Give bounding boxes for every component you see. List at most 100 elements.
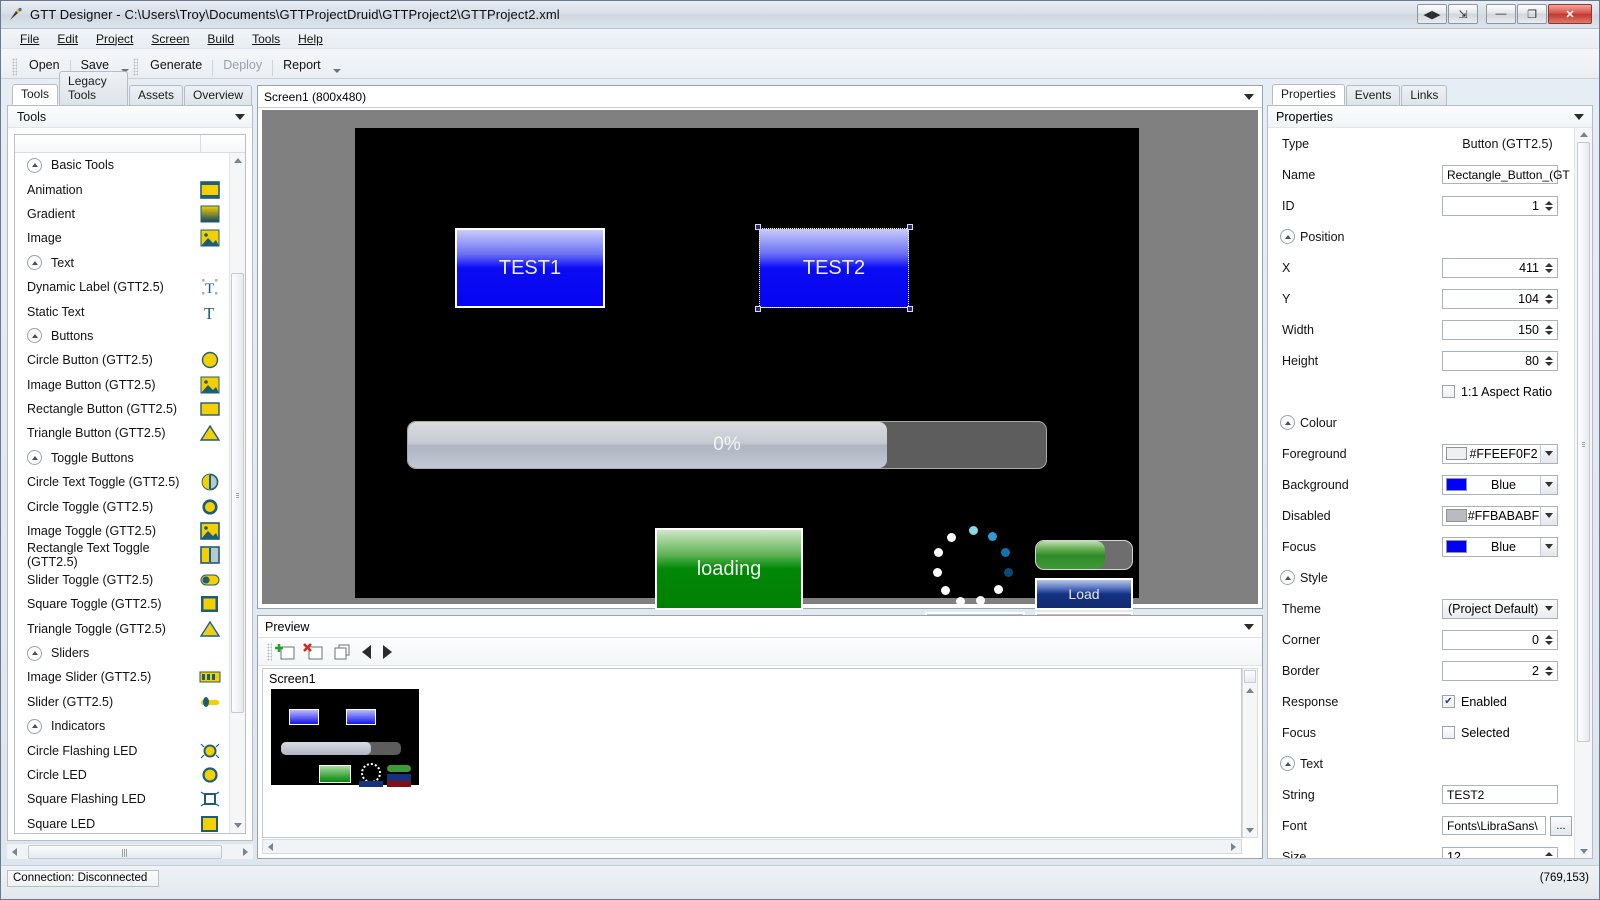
menu-screen[interactable]: Screen <box>142 30 198 48</box>
property-checkbox-response[interactable]: Enabled <box>1442 695 1507 709</box>
tool-item[interactable]: Triangle Button (GTT2.5) <box>15 421 229 445</box>
preview-thumbnail[interactable] <box>271 689 419 787</box>
scroll-left-icon[interactable] <box>7 844 22 859</box>
tool-item[interactable]: Circle Text Toggle (GTT2.5) <box>15 470 229 494</box>
spinner-arrows[interactable] <box>1543 352 1557 370</box>
property-select-theme[interactable]: (Project Default) <box>1442 598 1558 619</box>
tool-item[interactable]: Image Button (GTT2.5) <box>15 373 229 397</box>
combo-arrow-icon[interactable] <box>1540 475 1557 494</box>
checkbox-icon[interactable] <box>1442 726 1455 739</box>
preview-scroll-right-icon[interactable] <box>1226 839 1241 854</box>
preview-vertical-scrollbar[interactable] <box>1242 668 1258 838</box>
checkbox-icon[interactable] <box>1442 385 1455 398</box>
collapse-icon[interactable] <box>1280 415 1295 430</box>
combo-arrow-icon[interactable] <box>1540 506 1557 525</box>
collapse-icon[interactable] <box>1280 756 1295 771</box>
scroll-down-icon[interactable] <box>230 818 245 833</box>
toolbar-overflow2-icon[interactable] <box>331 52 342 76</box>
report-button[interactable]: Report <box>274 54 330 76</box>
property-colour-focus[interactable]: Blue <box>1442 536 1558 557</box>
spinner-arrows[interactable] <box>1543 662 1557 680</box>
property-spinner-x[interactable]: 411 <box>1442 257 1558 278</box>
copy-screen-icon[interactable] <box>331 641 355 663</box>
collapse-icon[interactable] <box>27 645 42 661</box>
collapse-icon[interactable] <box>27 157 42 173</box>
tools-vertical-scrollbar[interactable] <box>229 153 245 833</box>
design-screen[interactable]: TEST1 TEST2 0% loading Load <box>355 128 1139 644</box>
collapse-icon[interactable] <box>1280 229 1295 244</box>
preview-scroll-left-icon[interactable] <box>263 839 278 854</box>
properties-chevron-down-icon[interactable] <box>1574 113 1584 120</box>
menu-file[interactable]: File <box>11 30 48 48</box>
generate-button[interactable]: Generate <box>141 54 211 76</box>
collapse-icon[interactable] <box>27 450 42 466</box>
tool-item[interactable]: Animation <box>15 177 229 201</box>
spinner-arrows[interactable] <box>1543 259 1557 277</box>
tools-horizontal-scrollbar[interactable] <box>7 843 253 859</box>
preview-chevron-down-icon[interactable] <box>1244 623 1254 630</box>
canvas-progress-bar[interactable]: 0% <box>407 421 1047 469</box>
minimize-button[interactable]: — <box>1486 4 1516 24</box>
add-screen-icon[interactable] <box>275 641 299 663</box>
properties-rows[interactable]: Type Button (GTT2.5) Name Rectangle_Button_… <box>1268 128 1574 858</box>
tool-item[interactable]: Rectangle Text Toggle (GTT2.5) <box>15 541 229 569</box>
tools-group-basic-tools[interactable]: Basic Tools <box>15 153 229 177</box>
tab-overview[interactable]: Overview <box>183 85 252 105</box>
tool-item[interactable]: Dynamic Label (GTT2.5) T <box>15 275 229 299</box>
handle-ne[interactable] <box>907 224 913 230</box>
scroll-right-icon[interactable] <box>238 844 253 859</box>
spinner-arrows[interactable] <box>1543 848 1557 858</box>
tool-item[interactable]: Static Text T <box>15 299 229 323</box>
handle-nw[interactable] <box>755 224 761 230</box>
combo-arrow-icon[interactable] <box>1540 444 1557 463</box>
preview-grip-icon[interactable] <box>267 642 272 661</box>
preview-horizontal-scrollbar[interactable] <box>262 839 1242 854</box>
property-spinner-border[interactable]: 2 <box>1442 660 1558 681</box>
menu-help[interactable]: Help <box>289 30 332 48</box>
property-input-name[interactable]: Rectangle_Button_(GT <box>1442 165 1570 184</box>
tools-list[interactable]: Basic Tools Animation Gradient Image Text… <box>15 153 229 833</box>
spinner-arrows[interactable] <box>1543 321 1557 339</box>
tool-item[interactable]: Rectangle Button (GTT2.5) <box>15 397 229 421</box>
tool-item[interactable]: Circle Button (GTT2.5) <box>15 348 229 372</box>
menu-edit[interactable]: Edit <box>48 30 87 48</box>
spinner-arrows[interactable] <box>1543 197 1557 215</box>
canvas-button-test2[interactable]: TEST2 <box>759 228 909 308</box>
tool-item[interactable]: Image Slider (GTT2.5) <box>15 665 229 689</box>
collapse-icon[interactable] <box>1280 570 1295 585</box>
next-screen-icon[interactable] <box>379 641 395 663</box>
property-spinner-y[interactable]: 104 <box>1442 288 1558 309</box>
maximize-button[interactable]: ❐ <box>1517 4 1547 24</box>
prev-screen-icon[interactable] <box>359 641 375 663</box>
tool-item[interactable]: Circle Flashing LED <box>15 738 229 762</box>
tool-item[interactable]: Slider Toggle (GTT2.5) <box>15 568 229 592</box>
handle-se[interactable] <box>907 306 913 312</box>
property-checkbox-focus[interactable]: Selected <box>1442 726 1510 740</box>
tool-item[interactable]: Image Toggle (GTT2.5) <box>15 519 229 543</box>
chevron-down-icon[interactable] <box>235 113 245 120</box>
canvas-slider-toggle[interactable] <box>1035 540 1133 570</box>
tool-item[interactable]: Gradient <box>15 202 229 226</box>
property-checkbox-aspect-ratio[interactable]: 1:1 Aspect Ratio <box>1442 385 1552 399</box>
canvas-button-loading[interactable]: loading <box>655 528 803 610</box>
collapse-icon[interactable] <box>27 255 42 271</box>
tools-group-buttons[interactable]: Buttons <box>15 324 229 348</box>
toolbar-grip2-icon[interactable] <box>133 57 139 76</box>
property-colour-background[interactable]: Blue <box>1442 474 1558 495</box>
tab-legacy-tools[interactable]: Legacy Tools <box>59 71 128 105</box>
property-spinner-size[interactable]: 12 <box>1442 846 1558 858</box>
tool-item[interactable]: Circle Toggle (GTT2.5) <box>15 494 229 518</box>
collapse-icon[interactable] <box>27 328 42 344</box>
tools-group-indicators[interactable]: Indicators <box>15 714 229 738</box>
combo-arrow-icon[interactable] <box>1540 537 1557 556</box>
property-colour-disabled[interactable]: #FFBABABF <box>1442 505 1558 526</box>
tool-item[interactable]: Square LED <box>15 812 229 833</box>
property-input-string[interactable]: TEST2 <box>1442 785 1558 804</box>
tools-group-toggle-buttons[interactable]: Toggle Buttons <box>15 446 229 470</box>
tool-item[interactable]: Triangle Toggle (GTT2.5) <box>15 616 229 640</box>
tab-tools[interactable]: Tools <box>12 84 59 105</box>
property-spinner-corner[interactable]: 0 <box>1442 629 1558 650</box>
canvas-button-test1[interactable]: TEST1 <box>455 228 605 308</box>
hscroll-thumb[interactable] <box>28 844 222 859</box>
tool-item[interactable]: Slider (GTT2.5) <box>15 690 229 714</box>
